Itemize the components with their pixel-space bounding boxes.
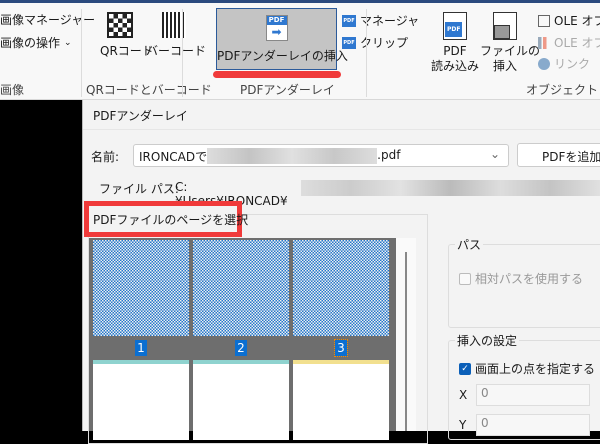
page-thumbnail-list[interactable]: 1 2 3 — [89, 238, 416, 440]
redacted-text — [207, 148, 378, 164]
label: 画面上の点を指定する — [475, 362, 596, 376]
pdf-insert-icon: PDF ➡ — [265, 15, 288, 41]
image-operations-button[interactable]: 画像の操作 ⌄ — [0, 34, 72, 51]
link-button[interactable]: リンク — [538, 55, 590, 72]
label: PDF — [443, 44, 467, 58]
chart-icon — [538, 36, 550, 49]
group-label-pdf: PDFアンダーレイ — [240, 83, 335, 97]
highlight-underline — [213, 71, 341, 78]
pdf-import-button[interactable]: PDF PDF 読み込み — [430, 12, 480, 74]
name-prefix: IRONCADで — [139, 150, 208, 164]
label: マネージャ — [360, 14, 420, 28]
label: OLE オブ — [554, 14, 600, 28]
globe-icon — [538, 57, 550, 70]
page-number: 3 — [334, 339, 348, 357]
page-thumbnail-6[interactable] — [293, 360, 389, 440]
scrollbar[interactable] — [396, 238, 416, 431]
group-label-image: 画像 — [0, 83, 25, 97]
y-input[interactable]: 0 — [476, 414, 590, 436]
label: 相対パスを使用する — [475, 272, 584, 286]
group-label-object: オブジェクト — [526, 83, 599, 97]
pdf-clip-icon: PDF — [342, 36, 356, 49]
page-thumbnail-3[interactable] — [293, 240, 389, 336]
page-select-label: PDFファイルのページを選択 — [84, 201, 248, 237]
label: OLE オブ — [554, 36, 600, 50]
checkbox-unchecked-icon — [459, 272, 471, 285]
label: PDFアンダーレイの挿入 — [217, 49, 348, 63]
chevron-down-icon: ⌄ — [64, 37, 72, 48]
page-thumbnail-1[interactable] — [93, 240, 189, 336]
chevron-down-icon: ⌄ — [489, 147, 500, 161]
qr-code-button[interactable]: QRコード — [100, 12, 154, 59]
dialog-title: PDFアンダーレイ — [83, 100, 600, 130]
file-insert-button[interactable]: ファイルの 挿入 — [480, 12, 541, 74]
page-thumbnail-4[interactable] — [93, 360, 189, 440]
add-pdf-button[interactable]: PDFを追加... — [517, 143, 600, 167]
page-number: 2 — [235, 340, 247, 356]
page-number: 1 — [135, 340, 147, 356]
pdf-import-icon: PDF — [443, 12, 467, 40]
qr-code-icon — [107, 12, 133, 38]
ole-object-button[interactable]: OLE オブ — [538, 12, 600, 29]
page-thumbnail-5[interactable] — [193, 360, 289, 440]
relative-path-checkbox[interactable]: 相対パスを使用する — [459, 270, 583, 287]
ole-object-button-2[interactable]: OLE オブ — [538, 34, 600, 51]
label: 画像の操作 — [0, 36, 61, 50]
redacted-text — [301, 180, 600, 196]
insert-pdf-underlay-button[interactable]: PDF ➡ PDFアンダーレイの挿入 — [216, 8, 348, 70]
y-label: Y — [459, 418, 467, 432]
name-combobox[interactable]: IRONCADで .pdf ⌄ — [133, 144, 509, 167]
scrollbar-thumb[interactable] — [405, 252, 407, 431]
name-label: 名前: — [91, 150, 120, 164]
label: クリップ — [360, 36, 409, 50]
pdf-underlay-dialog: PDFアンダーレイ 名前: IRONCADで .pdf ⌄ PDFを追加... … — [82, 100, 600, 444]
barcode-button[interactable]: バーコード — [146, 12, 206, 59]
label: バーコード — [146, 44, 207, 58]
pdf-icon: PDF — [342, 14, 356, 27]
group-label-qr: QRコードとバーコード — [86, 83, 212, 97]
pdf-manager-button[interactable]: PDF マネージャ — [342, 12, 419, 29]
x-input[interactable]: 0 — [476, 384, 590, 406]
label: 読み込み — [430, 59, 479, 73]
name-suffix: .pdf — [377, 148, 401, 162]
label: ファイルの — [480, 44, 541, 58]
label: リンク — [554, 57, 591, 71]
file-path-label: ファイル パス: — [99, 182, 179, 196]
path-group-label: パス — [455, 236, 484, 253]
checkbox-checked-icon: ✓ — [459, 362, 471, 375]
x-label: X — [459, 388, 468, 402]
ribbon: 画像マネージャー 画像の操作 ⌄ 画像 QRコード バーコード QRコードとバーコ… — [0, 0, 600, 100]
label: 挿入 — [492, 59, 517, 73]
specify-on-screen-checkbox[interactable]: ✓ 画面上の点を指定する — [459, 360, 595, 377]
insert-settings-label: 挿入の設定 — [455, 332, 520, 349]
page-thumbnail-2[interactable] — [193, 240, 289, 336]
pdf-clip-button[interactable]: PDF クリップ — [342, 34, 408, 51]
file-insert-icon — [493, 12, 517, 40]
ole-icon — [538, 14, 550, 27]
